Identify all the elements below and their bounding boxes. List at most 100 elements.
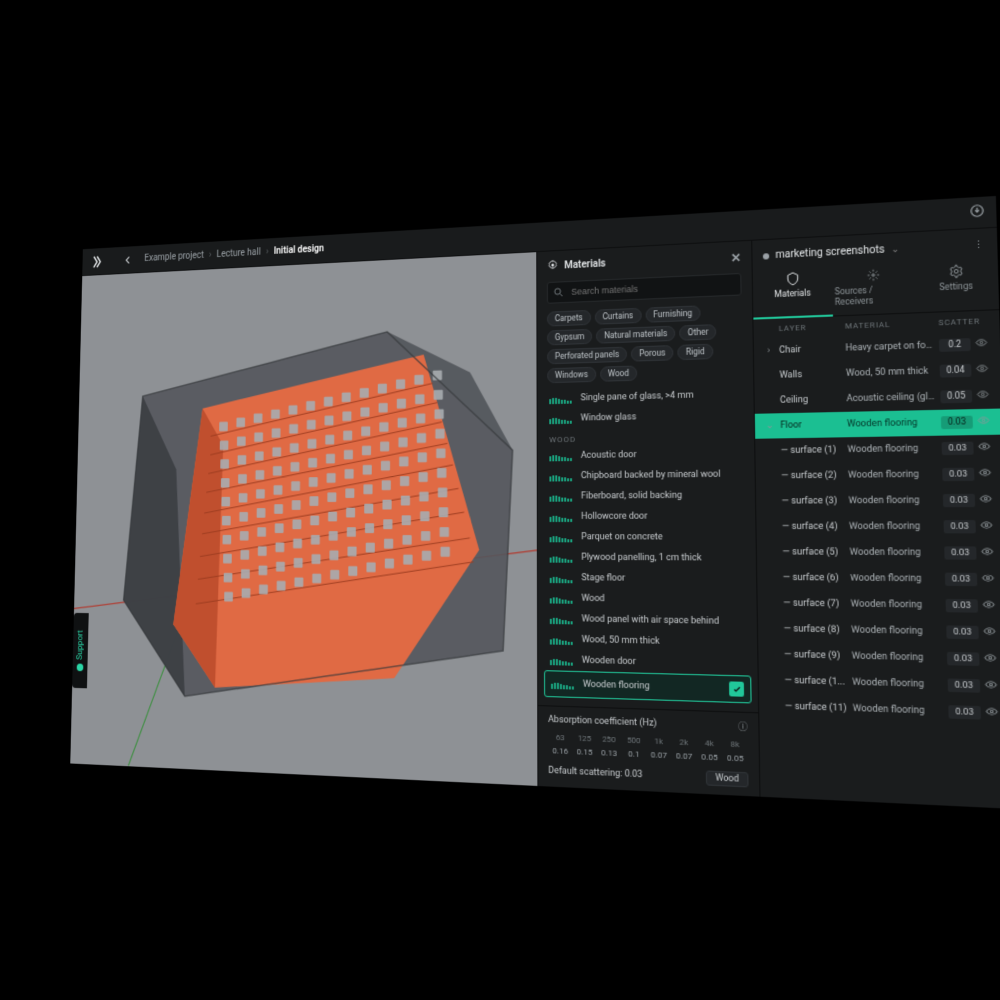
crumb-room[interactable]: Lecture hall bbox=[216, 247, 260, 260]
absorption-mini-chart bbox=[549, 451, 573, 461]
close-icon[interactable]: ✕ bbox=[731, 250, 742, 265]
visibility-icon[interactable] bbox=[976, 388, 992, 404]
surface-name: — surface (11) bbox=[785, 701, 849, 714]
tab-materials[interactable]: Materials bbox=[753, 262, 833, 319]
crumb-project[interactable]: Example project bbox=[144, 250, 204, 263]
abs-freq: 500 bbox=[621, 733, 646, 748]
filter-tag[interactable]: Curtains bbox=[594, 308, 641, 325]
visibility-icon[interactable] bbox=[981, 545, 998, 560]
surface-name: — surface (5) bbox=[782, 547, 845, 558]
abs-value: 0.15 bbox=[572, 745, 596, 760]
materials-list[interactable]: Single pane of glass, >4 mmWindow glass … bbox=[538, 384, 759, 713]
material-row[interactable]: Stage floor bbox=[544, 568, 750, 591]
visibility-icon[interactable] bbox=[984, 678, 1000, 694]
visibility-icon[interactable] bbox=[984, 652, 1000, 668]
surface-material: Wooden flooring bbox=[850, 573, 941, 585]
filter-tag[interactable]: Windows bbox=[547, 367, 596, 383]
visibility-icon[interactable] bbox=[979, 466, 995, 481]
visibility-icon[interactable] bbox=[978, 440, 994, 455]
material-row[interactable]: Parquet on concrete bbox=[544, 527, 750, 548]
absorption-block: Absorption coefficient (Hz) ⓘ 6312525050… bbox=[538, 705, 759, 797]
abs-freq: 8k bbox=[722, 737, 748, 752]
surface-name: — surface (3) bbox=[782, 496, 845, 507]
surface-row[interactable]: — surface (1)Wooden flooring0.03 bbox=[755, 435, 1000, 464]
layer-name: Ceiling bbox=[780, 394, 842, 406]
abs-value: 0.05 bbox=[722, 751, 748, 766]
material-row[interactable]: Hollowcore door bbox=[544, 506, 749, 527]
filter-tag[interactable]: Perforated panels bbox=[547, 347, 627, 365]
surface-scatter: 0.03 bbox=[945, 573, 977, 586]
absorption-mini-chart bbox=[550, 573, 574, 583]
material-row[interactable]: Plywood panelling, 1 cm thick bbox=[544, 547, 750, 569]
filter-tag[interactable]: Furnishing bbox=[645, 305, 700, 322]
viewport-3d[interactable]: Support bbox=[70, 252, 538, 786]
material-row[interactable]: Wooden flooring bbox=[544, 670, 752, 703]
expand-icon[interactable]: ⌄ bbox=[763, 421, 776, 432]
visibility-icon[interactable] bbox=[983, 625, 1000, 641]
surface-row[interactable]: — surface (4)Wooden flooring0.03 bbox=[756, 513, 1000, 539]
simulation-name: marketing screenshots bbox=[775, 244, 884, 261]
surface-row[interactable]: — surface (3)Wooden flooring0.03 bbox=[756, 487, 1000, 514]
visibility-icon[interactable] bbox=[980, 519, 997, 534]
material-row[interactable]: Chipboard backed by mineral wool bbox=[544, 464, 749, 487]
visibility-icon[interactable] bbox=[985, 705, 1000, 721]
surface-material: Wooden flooring bbox=[850, 547, 941, 558]
surface-row[interactable]: — surface (2)Wooden flooring0.03 bbox=[756, 461, 1000, 489]
tab-sources-receivers[interactable]: Sources / Receivers bbox=[832, 259, 915, 316]
simulation-selector[interactable]: marketing screenshots ⌄ bbox=[763, 243, 900, 261]
materials-panel: Materials ✕ CarpetsCurtainsFurnishing Gyp… bbox=[537, 241, 760, 797]
app-logo-icon[interactable] bbox=[90, 254, 103, 269]
visibility-icon[interactable] bbox=[976, 362, 992, 378]
materials-title: Materials bbox=[564, 258, 605, 271]
info-icon[interactable]: ⓘ bbox=[738, 719, 748, 733]
kebab-menu-icon[interactable]: ⋮ bbox=[973, 240, 986, 251]
download-icon[interactable] bbox=[969, 203, 985, 222]
surface-material: Wooden flooring bbox=[851, 625, 942, 638]
material-category-pill[interactable]: Wood bbox=[706, 770, 749, 787]
filter-tag[interactable]: Porous bbox=[631, 345, 674, 362]
visibility-icon[interactable] bbox=[981, 572, 998, 588]
material-name: Window glass bbox=[581, 412, 637, 423]
surface-name: — surface (1... bbox=[784, 675, 847, 688]
filter-tag[interactable]: Other bbox=[680, 324, 717, 341]
tab-settings[interactable]: Settings bbox=[914, 254, 1000, 312]
visibility-icon[interactable] bbox=[977, 414, 993, 429]
surface-list[interactable]: — surface (1)Wooden flooring0.03— surfac… bbox=[755, 435, 1000, 729]
material-row[interactable]: Acoustic door bbox=[543, 443, 748, 466]
surface-material: Wooden flooring bbox=[852, 677, 943, 690]
visibility-icon[interactable] bbox=[979, 493, 996, 508]
visibility-icon[interactable] bbox=[982, 598, 999, 614]
expand-icon[interactable]: › bbox=[762, 346, 775, 357]
filter-tag[interactable]: Rigid bbox=[678, 344, 713, 360]
app-window: Example project › Lecture hall › Initial… bbox=[69, 195, 1000, 810]
surface-row[interactable]: — surface (5)Wooden flooring0.03 bbox=[757, 540, 1000, 567]
surface-name: — surface (1... bbox=[785, 727, 849, 728]
absorption-mini-chart bbox=[550, 512, 574, 522]
visibility-icon[interactable] bbox=[975, 336, 991, 352]
layer-name: Walls bbox=[779, 369, 841, 381]
gear-icon bbox=[547, 259, 559, 274]
material-row[interactable]: Fiberboard, solid backing bbox=[544, 485, 749, 507]
surface-row[interactable]: — surface (7)Wooden flooring0.03 bbox=[757, 590, 1000, 619]
crumb-design[interactable]: Initial design bbox=[274, 244, 324, 257]
default-scatter-label: Default scattering: bbox=[548, 766, 622, 780]
filter-tag[interactable]: Wood bbox=[600, 366, 637, 382]
search-icon bbox=[553, 286, 565, 298]
surface-row[interactable]: — surface (6)Wooden flooring0.03 bbox=[757, 565, 1000, 593]
abs-value: 0.1 bbox=[621, 747, 646, 762]
layer-scatter: 0.03 bbox=[941, 416, 973, 430]
surface-material: Wooden flooring bbox=[847, 443, 937, 455]
surface-name: — surface (2) bbox=[781, 470, 844, 481]
material-name: Single pane of glass, >4 mm bbox=[581, 390, 694, 403]
surface-scatter: 0.03 bbox=[944, 520, 976, 533]
layer-row[interactable]: ⌄FloorWooden flooring0.03 bbox=[755, 409, 1000, 439]
back-button[interactable] bbox=[123, 254, 133, 265]
absorption-mini-chart bbox=[549, 414, 573, 425]
filter-tag[interactable]: Carpets bbox=[547, 310, 591, 327]
filter-tag[interactable]: Gypsum bbox=[547, 329, 592, 346]
support-tab[interactable]: Support bbox=[72, 613, 89, 688]
tag-filter-row: CarpetsCurtainsFurnishing GypsumNatural m… bbox=[537, 303, 753, 389]
layer-name: Chair bbox=[779, 343, 841, 355]
abs-freq: 63 bbox=[548, 730, 572, 744]
filter-tag[interactable]: Natural materials bbox=[596, 326, 675, 344]
